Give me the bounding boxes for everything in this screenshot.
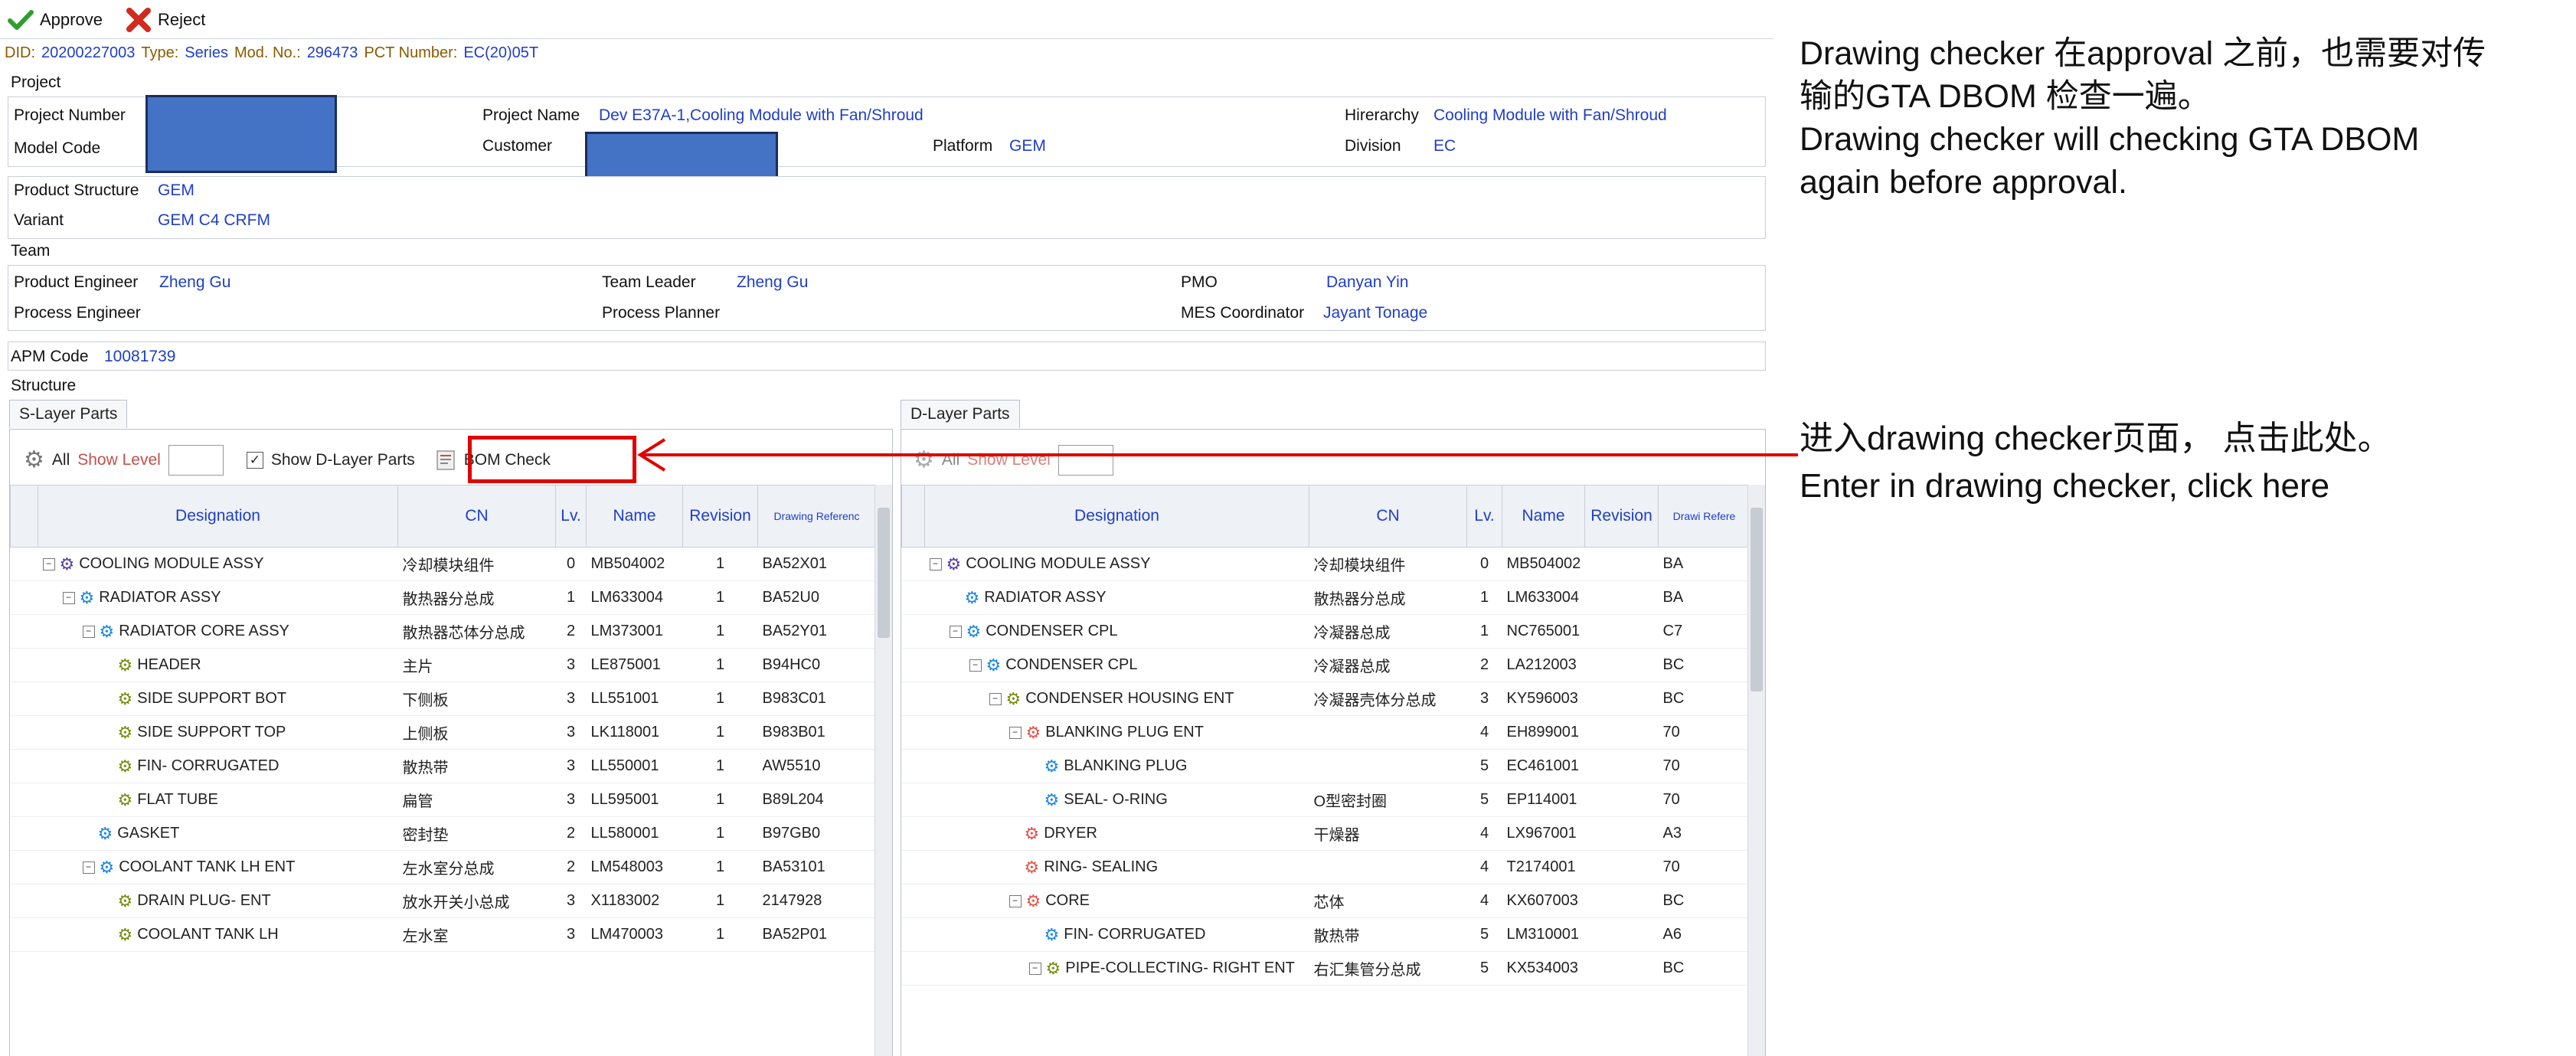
note1-line2: 输的GTA DBOM 检查一遍。 <box>1800 78 2211 115</box>
note2-line2: Enter in drawing checker, click here <box>1800 467 2330 505</box>
note2-line1: 进入drawing checker页面， 点击此处。 <box>1800 420 2391 457</box>
annotation-note-bom-check: 进入drawing checker页面， 点击此处。 Enter in draw… <box>1800 415 2565 510</box>
note1-line1: Drawing checker 在approval 之前，也需要对传 <box>1800 35 2486 72</box>
annotation-note-approval: Drawing checker 在approval 之前，也需要对传 输的GTA… <box>1800 32 2565 204</box>
note1-line4: again before approval. <box>1800 164 2127 201</box>
note1-line3: Drawing checker will checking GTA DBOM <box>1800 121 2420 158</box>
